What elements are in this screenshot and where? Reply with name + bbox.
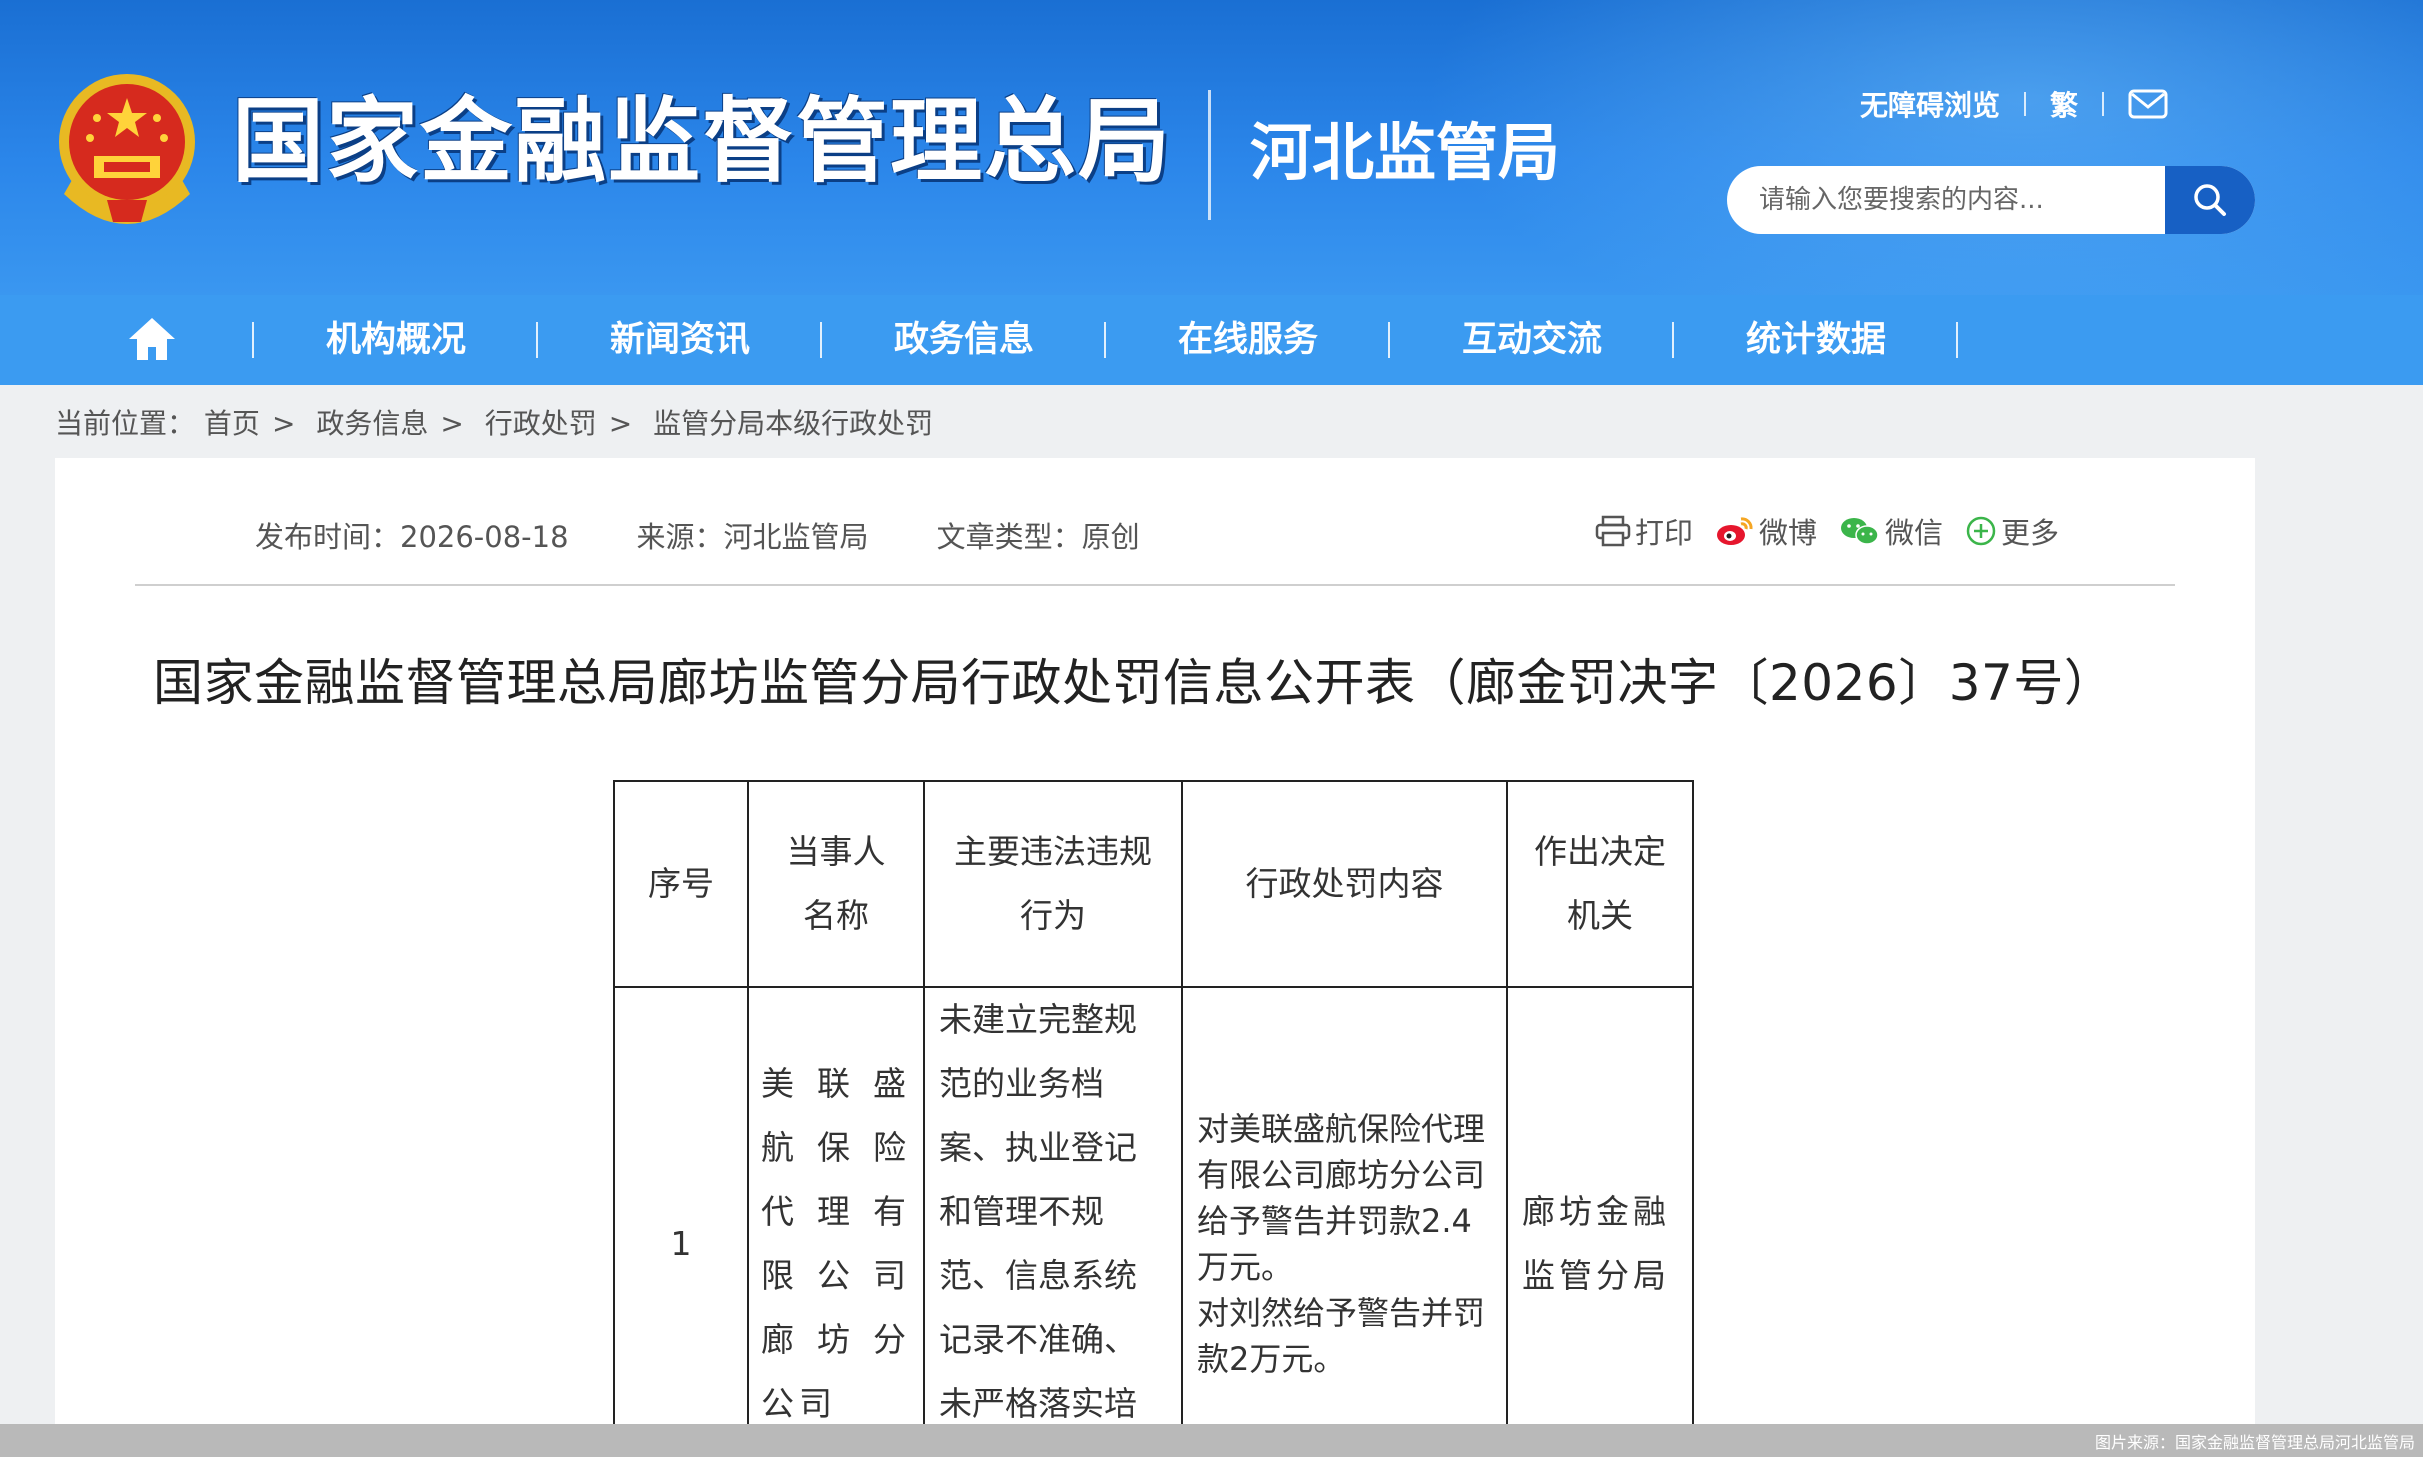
main-nav: 机构概况 新闻资讯 政务信息 在线服务 互动交流 统计数据 bbox=[0, 295, 2423, 385]
article-type: 文章类型：原创 bbox=[936, 520, 1140, 554]
breadcrumb-separator: > bbox=[440, 407, 464, 440]
breadcrumb-separator: > bbox=[608, 407, 633, 440]
weibo-icon bbox=[1717, 517, 1753, 545]
breadcrumb-separator: > bbox=[271, 407, 296, 440]
top-links: 无障碍浏览 繁 bbox=[1860, 84, 2168, 124]
header-penalty: 行政处罚内容 bbox=[1181, 780, 1508, 988]
article-meta: 发布时间：2026-08-18 来源：河北监管局 文章类型：原创 bbox=[255, 514, 1208, 556]
wechat-icon bbox=[1841, 518, 1879, 545]
mail-icon[interactable] bbox=[2128, 89, 2168, 119]
site-title: 国家金融监督管理总局 bbox=[232, 88, 1173, 195]
penalty-individual: 对刘然给予警告并罚款2万元。 bbox=[1197, 1294, 1486, 1378]
image-credit: 图片来源：国家金融监督管理总局河北监管局 bbox=[2094, 1433, 2415, 1452]
search-icon bbox=[2194, 184, 2226, 216]
title-divider bbox=[1208, 90, 1211, 220]
cell-authority: 廊坊金融监管分局 bbox=[1506, 986, 1694, 1457]
more-label: 更多 bbox=[2001, 516, 2060, 550]
top-link-divider bbox=[2024, 92, 2027, 116]
breadcrumb: 当前位置： 首页 > 政务信息 > 行政处罚 > 监管分局本级行政处罚 bbox=[55, 402, 933, 442]
wechat-share-button[interactable]: 微信 bbox=[1839, 510, 1943, 552]
search-box bbox=[1727, 166, 2255, 234]
publish-time: 发布时间：2026-08-18 bbox=[255, 520, 569, 554]
table-header-row: 序号 当事人 名称 主要违法违规 行为 行政处罚内容 作出决定 机关 bbox=[613, 780, 1694, 988]
top-link-divider bbox=[2102, 92, 2105, 116]
header-glow bbox=[1423, 0, 2423, 295]
breadcrumb-government-info[interactable]: 政务信息 bbox=[316, 407, 428, 440]
printer-icon bbox=[1595, 515, 1631, 547]
search-input[interactable] bbox=[1727, 166, 2165, 234]
article-title: 国家金融监督管理总局廊坊监管分局行政处罚信息公开表（廊金罚决字〔2026〕37号… bbox=[153, 654, 2115, 712]
article-source: 来源：河北监管局 bbox=[636, 520, 869, 554]
header-authority: 作出决定 机关 bbox=[1506, 780, 1694, 988]
national-emblem-icon bbox=[59, 74, 195, 224]
penalty-table: 序号 当事人 名称 主要违法违规 行为 行政处罚内容 作出决定 机关 1 美联盛航保险… bbox=[613, 780, 1694, 1457]
nav-item-government-info[interactable]: 政务信息 bbox=[822, 295, 1106, 385]
cell-party: 美联盛航保险代理有限公司廊坊分公司 bbox=[747, 986, 925, 1457]
cell-penalty: 对美联盛航保险代理有限公司廊坊分公司给予警告并罚款2.4万元。 对刘然给予警告并… bbox=[1181, 986, 1508, 1457]
cell-number: 1 bbox=[613, 986, 749, 1457]
article-card: 发布时间：2026-08-18 来源：河北监管局 文章类型：原创 打印 微博 微… bbox=[55, 458, 2255, 1457]
breadcrumb-home[interactable]: 首页 bbox=[204, 407, 260, 440]
share-bar: 打印 微博 微信 更多 bbox=[1595, 510, 2081, 552]
print-label: 打印 bbox=[1635, 516, 1694, 550]
more-share-button[interactable]: 更多 bbox=[1965, 510, 2059, 552]
nav-item-interaction[interactable]: 互动交流 bbox=[1390, 295, 1674, 385]
bureau-title: 河北监管局 bbox=[1250, 116, 1561, 189]
wechat-label: 微信 bbox=[1885, 516, 1944, 550]
table-row: 1 美联盛航保险代理有限公司廊坊分公司 未建立完整规范的业务档案、执业登记和管理… bbox=[613, 986, 1694, 1457]
nav-item-about[interactable]: 机构概况 bbox=[254, 295, 538, 385]
traditional-chinese-link[interactable]: 繁 bbox=[2050, 84, 2078, 124]
nav-item-statistics[interactable]: 统计数据 bbox=[1674, 295, 1958, 385]
home-icon[interactable] bbox=[126, 315, 178, 363]
cell-violation: 未建立完整规范的业务档案、执业登记和管理不规范、信息系统记录不准确、未严格落实培… bbox=[923, 986, 1183, 1457]
nav-item-online-service[interactable]: 在线服务 bbox=[1106, 295, 1390, 385]
nav-item-news[interactable]: 新闻资讯 bbox=[538, 295, 822, 385]
weibo-share-button[interactable]: 微博 bbox=[1715, 510, 1817, 552]
penalty-company: 对美联盛航保险代理有限公司廊坊分公司给予警告并罚款2.4万元。 bbox=[1197, 1110, 1486, 1286]
plus-circle-icon bbox=[1966, 516, 1996, 546]
breadcrumb-penalty[interactable]: 行政处罚 bbox=[485, 407, 597, 440]
weibo-label: 微博 bbox=[1759, 516, 1818, 550]
image-credit-bar: 图片来源：国家金融监督管理总局河北监管局 bbox=[0, 1424, 2423, 1457]
print-button[interactable]: 打印 bbox=[1595, 510, 1693, 552]
breadcrumb-current[interactable]: 监管分局本级行政处罚 bbox=[653, 407, 933, 440]
header-number: 序号 bbox=[613, 780, 749, 988]
site-header: 国家金融监督管理总局 河北监管局 无障碍浏览 繁 bbox=[0, 0, 2423, 295]
header-violation: 主要违法违规 行为 bbox=[923, 780, 1183, 988]
nav-divider bbox=[1956, 322, 1958, 358]
accessibility-link[interactable]: 无障碍浏览 bbox=[1860, 84, 2000, 124]
header-party: 当事人 名称 bbox=[747, 780, 925, 988]
breadcrumb-prefix: 当前位置： bbox=[55, 407, 196, 440]
meta-divider bbox=[135, 584, 2175, 586]
search-button[interactable] bbox=[2165, 166, 2255, 234]
